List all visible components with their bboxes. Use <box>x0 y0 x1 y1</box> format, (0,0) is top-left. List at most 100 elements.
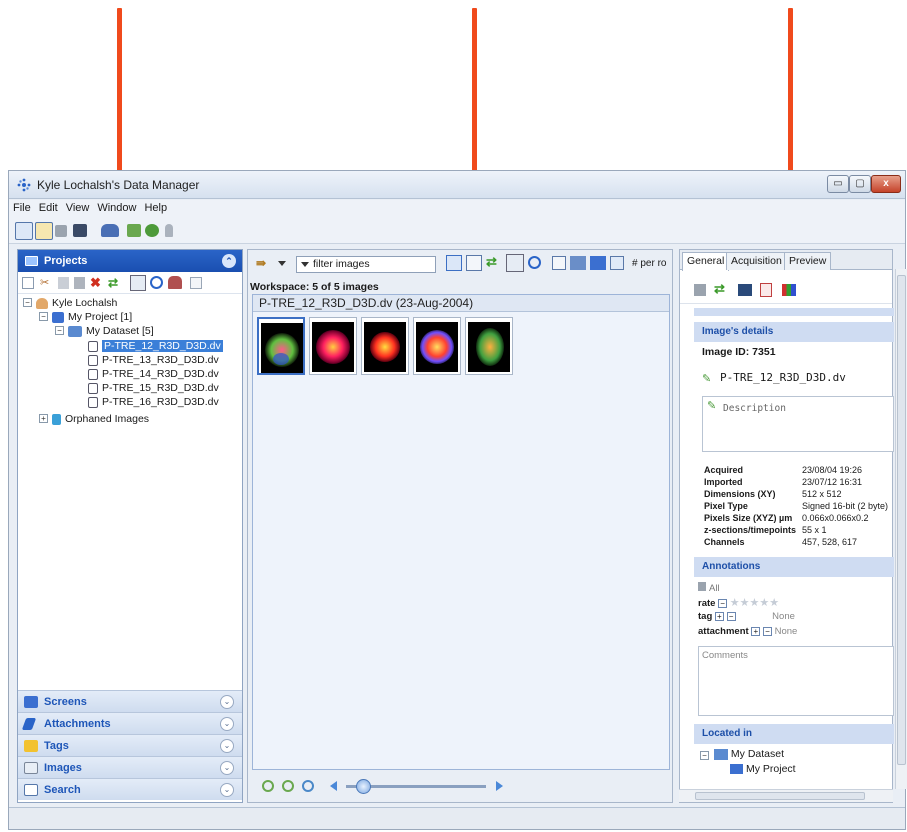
image-thumbnail[interactable] <box>465 317 513 375</box>
clock-icon[interactable] <box>150 276 163 289</box>
edit-mode-icon[interactable] <box>35 222 53 240</box>
tab-general[interactable]: General <box>682 252 730 271</box>
image-thumbnail[interactable] <box>361 317 409 375</box>
zoom-slider-thumb[interactable] <box>356 779 371 794</box>
cut-icon[interactable]: ✂ <box>40 277 52 289</box>
details-vertical-scrollbar[interactable] <box>895 269 907 789</box>
tree-image[interactable]: P-TRE_14_R3D_D3D.dv <box>88 367 219 381</box>
chevron-down-icon[interactable]: ⌄ <box>220 717 234 731</box>
refresh-icon[interactable]: ⇄ <box>108 276 118 290</box>
clock-icon[interactable] <box>528 256 541 269</box>
delete-icon[interactable]: ✖ <box>90 275 101 291</box>
details-horizontal-scrollbar[interactable] <box>679 789 893 802</box>
star-icon[interactable]: ★ <box>740 597 750 609</box>
tree-user[interactable]: Kyle Lochalsh <box>36 296 117 310</box>
minimize-button[interactable]: ▭ <box>827 175 849 193</box>
grid-icon[interactable] <box>55 225 67 237</box>
refresh-icon[interactable]: ⇄ <box>714 281 725 297</box>
all-annotations-row[interactable]: All <box>698 582 720 594</box>
image-thumbnail[interactable] <box>309 317 357 375</box>
grid-icon[interactable] <box>694 284 706 296</box>
accordion-screens[interactable]: Screens ⌄ <box>18 690 242 712</box>
image-viewer-icon[interactable] <box>738 284 752 296</box>
menu-file[interactable]: File <box>9 200 35 216</box>
star-icon[interactable]: ★ <box>749 597 759 609</box>
remove-attachment-icon[interactable]: − <box>762 627 772 636</box>
chevron-down-icon[interactable]: ⌄ <box>220 761 234 775</box>
rating-stars[interactable]: ★★★★★ <box>730 597 779 609</box>
image-thumbnail[interactable] <box>257 317 305 375</box>
zoom-out-icon[interactable] <box>282 780 294 792</box>
remove-tag-icon[interactable]: − <box>726 612 736 621</box>
star-icon[interactable]: ★ <box>769 597 779 609</box>
edit-name-icon[interactable]: ✎ <box>702 372 711 385</box>
slider-left-icon[interactable] <box>330 781 337 791</box>
tree-image[interactable]: P-TRE_15_R3D_D3D.dv <box>88 381 219 395</box>
refresh-icon[interactable] <box>145 224 159 237</box>
title-bar[interactable]: Kyle Lochalsh's Data Manager ▭ ▢ x <box>9 171 905 199</box>
tree-image[interactable]: P-TRE_12_R3D_D3D.dv <box>88 339 223 353</box>
located-dataset[interactable]: − My Dataset <box>700 748 784 760</box>
menu-help[interactable]: Help <box>140 200 171 216</box>
chevron-down-icon[interactable]: ⌄ <box>220 783 234 797</box>
menu-window[interactable]: Window <box>93 200 140 216</box>
image-thumbnail[interactable] <box>413 317 461 375</box>
filter-images-input[interactable]: filter images <box>296 256 436 273</box>
maximize-button[interactable]: ▢ <box>849 175 871 193</box>
tree-project[interactable]: My Project [1] <box>52 310 132 324</box>
download-icon[interactable] <box>760 283 772 297</box>
star-icon[interactable]: ★ <box>730 597 740 609</box>
add-tag-icon[interactable]: + <box>714 612 724 621</box>
dataset-expander[interactable]: − <box>55 326 64 335</box>
user-expander[interactable]: − <box>23 298 32 307</box>
remove-rating-icon[interactable]: − <box>718 599 728 608</box>
people-icon[interactable] <box>168 276 182 289</box>
chevron-down-icon[interactable]: ⌄ <box>220 695 234 709</box>
star-icon[interactable]: ★ <box>759 597 769 609</box>
thumbnail-view-icon[interactable] <box>446 255 462 271</box>
monitor-icon[interactable] <box>73 224 87 237</box>
add-attachment-icon[interactable]: + <box>751 627 761 636</box>
channels-icon[interactable] <box>782 284 796 296</box>
tree-dataset[interactable]: My Dataset [5] <box>68 324 154 338</box>
tree-image[interactable]: P-TRE_16_R3D_D3D.dv <box>88 395 219 409</box>
accordion-tags[interactable]: Tags ⌄ <box>18 734 242 756</box>
tree-orphaned[interactable]: Orphaned Images <box>52 412 149 426</box>
new-icon[interactable] <box>22 277 34 289</box>
copy-icon[interactable] <box>58 277 69 289</box>
table-view-icon[interactable] <box>466 255 482 271</box>
people-icon[interactable] <box>101 224 119 237</box>
refresh-icon[interactable]: ⇄ <box>486 254 497 270</box>
accordion-images[interactable]: Images ⌄ <box>18 756 242 778</box>
accordion-search[interactable]: Search ⌄ <box>18 778 242 800</box>
layout-icon[interactable] <box>570 256 586 270</box>
projects-header[interactable]: Projects ⌃ <box>18 250 242 272</box>
zoom-in-icon[interactable] <box>262 780 274 792</box>
sort-icon[interactable] <box>506 254 524 272</box>
filmstrip-icon[interactable] <box>590 256 606 270</box>
close-button[interactable]: x <box>871 175 901 193</box>
annotate-icon[interactable] <box>610 256 624 270</box>
edit-description-icon[interactable]: ✎ <box>707 399 716 412</box>
dropdown-arrow-icon[interactable] <box>278 261 286 266</box>
orphaned-expander[interactable]: + <box>39 414 48 423</box>
located-expander[interactable]: − <box>700 751 709 760</box>
view-mode-icon[interactable] <box>15 222 33 240</box>
scroll-thumb[interactable] <box>897 275 906 765</box>
description-field[interactable]: ✎ Description <box>702 396 894 452</box>
filter-dropdown-icon[interactable] <box>301 262 309 267</box>
sort-icon[interactable] <box>130 275 146 291</box>
menu-edit[interactable]: Edit <box>35 200 62 216</box>
tab-preview[interactable]: Preview <box>784 252 832 270</box>
collapse-all-icon[interactable] <box>190 277 202 289</box>
zoom-reset-icon[interactable] <box>302 780 314 792</box>
user-icon[interactable] <box>165 224 173 237</box>
view-switch-icon[interactable]: ⇛ <box>256 256 272 270</box>
paste-icon[interactable] <box>74 277 85 289</box>
collapse-icon[interactable]: ⌃ <box>222 254 236 268</box>
chevron-down-icon[interactable]: ⌄ <box>220 739 234 753</box>
located-project[interactable]: My Project <box>730 763 796 775</box>
tree-image[interactable]: P-TRE_13_R3D_D3D.dv <box>88 353 219 367</box>
import-icon[interactable] <box>127 224 141 237</box>
project-expander[interactable]: − <box>39 312 48 321</box>
